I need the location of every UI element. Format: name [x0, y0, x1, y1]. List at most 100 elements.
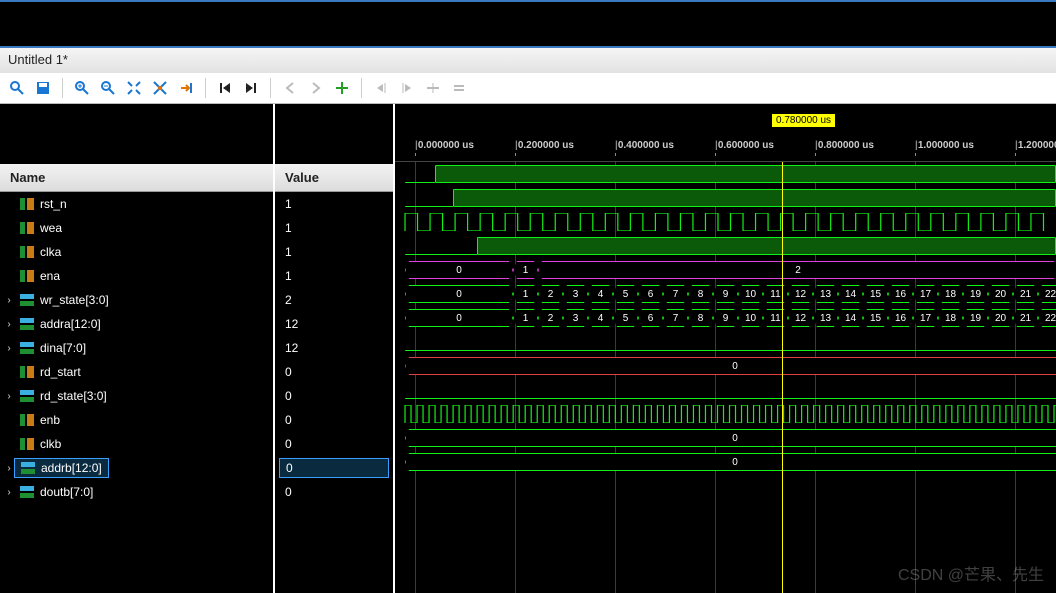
- wave-row: [395, 210, 1056, 234]
- expand-icon[interactable]: ›: [4, 319, 14, 330]
- signal-name: clkb: [40, 437, 61, 451]
- signal-value-row[interactable]: 0: [275, 432, 393, 456]
- bus-value: 14: [838, 309, 863, 327]
- signal-value: 0: [285, 413, 292, 427]
- save-icon[interactable]: [32, 77, 54, 99]
- signal-name: clka: [40, 245, 61, 259]
- expand-icon[interactable]: ›: [4, 343, 14, 354]
- signal-name: ena: [40, 269, 60, 283]
- go-to-end-icon[interactable]: [240, 77, 262, 99]
- signal-type-icon: [20, 486, 34, 498]
- bus-value: 0: [405, 357, 1056, 375]
- expand-icon[interactable]: ›: [4, 391, 14, 402]
- name-rows: rst_nweaclkaena›wr_state[3:0]›addra[12:0…: [0, 192, 273, 593]
- time-tick: |0.600000 us: [715, 140, 774, 151]
- signal-value: 2: [285, 293, 292, 307]
- names-panel: Name rst_nweaclkaena›wr_state[3:0]›addra…: [0, 104, 275, 593]
- signal-value-row[interactable]: 1: [275, 240, 393, 264]
- prev-trans-icon[interactable]: [279, 77, 301, 99]
- signal-name-row[interactable]: enb: [0, 408, 273, 432]
- zoom-fit-icon[interactable]: [123, 77, 145, 99]
- time-tick: |1.200000 us: [1015, 140, 1056, 151]
- bus-value: 17: [913, 309, 938, 327]
- bus-value: 22: [1038, 309, 1056, 327]
- signal-name-row[interactable]: › addra[12:0]: [0, 312, 273, 336]
- signal-value-row[interactable]: 0: [275, 480, 393, 504]
- zoom-cursor-icon[interactable]: [149, 77, 171, 99]
- signal-type-icon: [20, 270, 34, 282]
- value-rows: 111121212000000: [275, 192, 393, 593]
- swap-marker-icon[interactable]: [448, 77, 470, 99]
- signal-name-row[interactable]: ›wr_state[3:0]: [0, 288, 273, 312]
- signal-value-row[interactable]: 0: [275, 456, 393, 480]
- wave-row: [395, 234, 1056, 258]
- next-trans-icon[interactable]: [305, 77, 327, 99]
- signal-name: dina[7:0]: [40, 341, 86, 355]
- signal-name-row[interactable]: ena: [0, 264, 273, 288]
- tab-title[interactable]: Untitled 1*: [8, 52, 68, 67]
- signal-value-row[interactable]: 12: [275, 336, 393, 360]
- signal-name: addra[12:0]: [40, 317, 101, 331]
- signal-value-row[interactable]: 2: [275, 288, 393, 312]
- bus-value: 12: [788, 309, 813, 327]
- signal-value-row[interactable]: 1: [275, 216, 393, 240]
- expand-icon[interactable]: ›: [4, 295, 14, 306]
- prev-marker-icon[interactable]: [370, 77, 392, 99]
- bus-value: 2: [538, 309, 563, 327]
- bus-value: 19: [963, 285, 988, 303]
- signal-value: 0: [285, 485, 292, 499]
- search-icon[interactable]: [6, 77, 28, 99]
- expand-icon[interactable]: ›: [4, 463, 14, 474]
- signal-type-icon: [20, 390, 34, 402]
- signal-value-row[interactable]: 1: [275, 192, 393, 216]
- time-tick: |1.000000 us: [915, 140, 974, 151]
- zoom-in-icon[interactable]: [71, 77, 93, 99]
- bus-value: 12: [788, 285, 813, 303]
- bus-value: 5: [613, 285, 638, 303]
- expand-icon[interactable]: ›: [4, 487, 14, 498]
- go-to-start-icon[interactable]: [214, 77, 236, 99]
- signal-value-row[interactable]: 1: [275, 264, 393, 288]
- signal-name-row[interactable]: ›addrb[12:0]: [0, 456, 273, 480]
- signal-name-row[interactable]: ›doutb[7:0]: [0, 480, 273, 504]
- signal-name-row[interactable]: rst_n: [0, 192, 273, 216]
- time-tick: |0.800000 us: [815, 140, 874, 151]
- bus-value: 3: [563, 285, 588, 303]
- signal-type-icon: [20, 318, 34, 330]
- bus-value: 0: [405, 261, 513, 279]
- bus-value: 2: [538, 261, 1056, 279]
- bus-value: 11: [763, 285, 788, 303]
- bus-value: 13: [813, 285, 838, 303]
- values-header[interactable]: Value: [275, 164, 393, 192]
- go-to-cursor-icon[interactable]: [175, 77, 197, 99]
- cursor-line[interactable]: [782, 162, 783, 593]
- bus-value: 1: [513, 261, 538, 279]
- signal-type-icon: [20, 198, 34, 210]
- signal-value: 1: [285, 245, 292, 259]
- del-marker-icon[interactable]: [422, 77, 444, 99]
- names-header[interactable]: Name: [0, 164, 273, 192]
- signal-name-row[interactable]: clka: [0, 240, 273, 264]
- add-marker-icon[interactable]: [331, 77, 353, 99]
- signal-name-row[interactable]: clkb: [0, 432, 273, 456]
- time-tick: |0.000000 us: [415, 140, 474, 151]
- signal-name-row[interactable]: rd_start: [0, 360, 273, 384]
- signal-name: enb: [40, 413, 60, 427]
- bus-value: 19: [963, 309, 988, 327]
- signal-name-row[interactable]: wea: [0, 216, 273, 240]
- cursor-flag[interactable]: 0.780000 us: [772, 114, 835, 127]
- next-marker-icon[interactable]: [396, 77, 418, 99]
- wave-area[interactable]: 0120123456789101112131415161718192021220…: [395, 162, 1056, 593]
- signal-value-row[interactable]: 0: [275, 408, 393, 432]
- signal-name-row[interactable]: ›rd_state[3:0]: [0, 384, 273, 408]
- wave-row: [395, 330, 1056, 354]
- wave-row: [395, 186, 1056, 210]
- signal-value-row[interactable]: 0: [275, 384, 393, 408]
- signal-name-row[interactable]: › dina[7:0]: [0, 336, 273, 360]
- zoom-out-icon[interactable]: [97, 77, 119, 99]
- bus-value: 3: [563, 309, 588, 327]
- signal-value-row[interactable]: 12: [275, 312, 393, 336]
- signal-value-row[interactable]: 0: [275, 360, 393, 384]
- time-ruler[interactable]: |0.000000 us|0.200000 us|0.400000 us|0.6…: [395, 134, 1056, 162]
- wave-row: 012345678910111213141516171819202122: [395, 282, 1056, 306]
